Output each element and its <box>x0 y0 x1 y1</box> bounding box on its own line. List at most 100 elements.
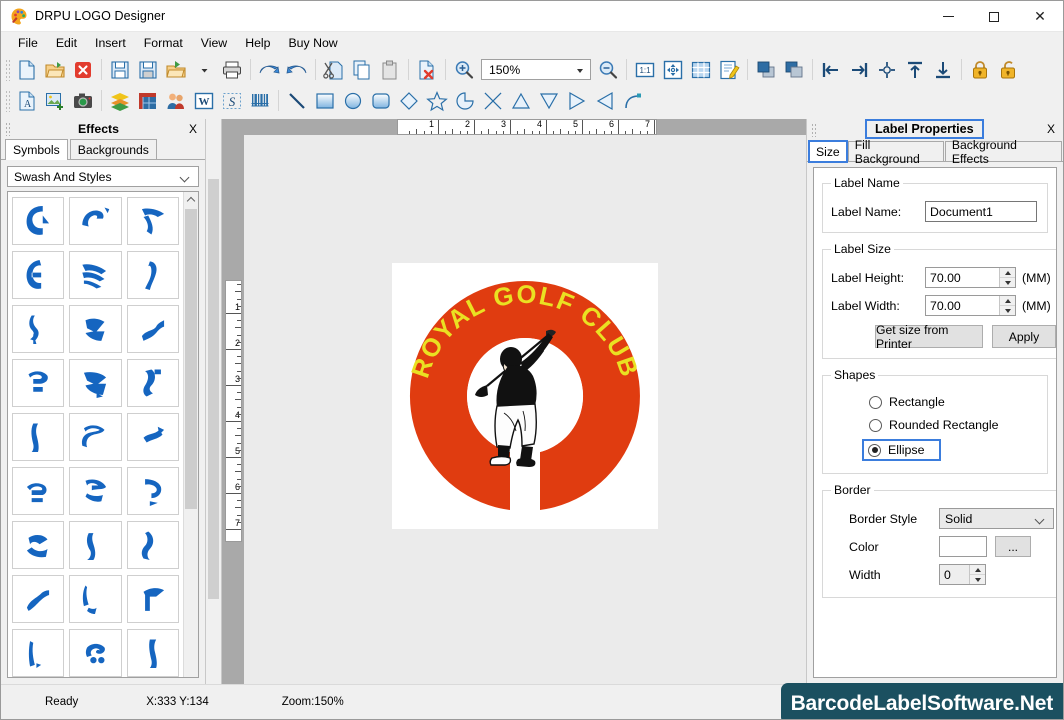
send-backward-button[interactable] <box>780 56 808 83</box>
paste-button[interactable] <box>376 56 404 83</box>
symbol-cell[interactable] <box>69 305 122 353</box>
border-width-spin-buttons[interactable] <box>969 565 985 584</box>
triangle-left-tool-button[interactable] <box>591 87 619 114</box>
symbol-cell[interactable] <box>126 359 179 407</box>
menu-view[interactable]: View <box>192 33 236 53</box>
zoom-combobox[interactable]: 150% <box>481 59 591 80</box>
arc-tool-button[interactable] <box>619 87 647 114</box>
get-size-from-printer-button[interactable]: Get size from Printer <box>875 323 983 351</box>
edit-label-button[interactable] <box>715 56 743 83</box>
label-height-stepper[interactable]: 70.00 <box>925 267 1016 288</box>
scroll-up-button[interactable] <box>184 192 198 207</box>
radio-rounded-rectangle[interactable]: Rounded Rectangle <box>831 418 1039 432</box>
radio-ellipse[interactable]: Ellipse <box>831 439 1039 461</box>
panel-grip[interactable] <box>5 121 10 136</box>
symbol-cell[interactable] <box>12 521 65 569</box>
insert-image-button[interactable] <box>41 87 69 114</box>
symbol-cell[interactable] <box>12 575 65 623</box>
symbol-cell[interactable] <box>12 467 65 515</box>
export-button[interactable] <box>162 56 190 83</box>
pie-tool-button[interactable] <box>451 87 479 114</box>
symbol-cell[interactable] <box>69 197 122 245</box>
spin-up-button[interactable] <box>970 565 985 575</box>
label-width-stepper[interactable]: 70.00 <box>925 295 1016 316</box>
symbol-cell[interactable] <box>12 197 65 245</box>
tab-size[interactable]: Size <box>808 140 848 163</box>
symbol-cell[interactable] <box>126 575 179 623</box>
triangle-down-tool-button[interactable] <box>535 87 563 114</box>
undo-button[interactable] <box>255 56 283 83</box>
canvas-scroll-area[interactable]: ROYAL GOLF CLUB <box>244 135 806 684</box>
spin-up-button[interactable] <box>1000 296 1015 306</box>
scrollbar-thumb[interactable] <box>208 179 219 599</box>
symbol-category-combobox[interactable]: Swash And Styles <box>7 166 199 187</box>
line-tool-button[interactable] <box>283 87 311 114</box>
zoom-in-button[interactable] <box>450 56 478 83</box>
symbol-cell[interactable] <box>126 251 179 299</box>
triangle-up-tool-button[interactable] <box>507 87 535 114</box>
align-bottom-button[interactable] <box>929 56 957 83</box>
open-folder-button[interactable] <box>41 56 69 83</box>
border-color-swatch[interactable] <box>939 536 987 557</box>
label-properties-close-button[interactable]: X <box>1047 122 1055 136</box>
star-tool-button[interactable] <box>423 87 451 114</box>
symbol-cell[interactable] <box>126 629 179 677</box>
capture-image-button[interactable] <box>69 87 97 114</box>
label-height-spin-buttons[interactable] <box>999 268 1015 287</box>
zoom-out-button[interactable] <box>594 56 622 83</box>
rectangle-tool-button[interactable] <box>311 87 339 114</box>
scrollbar-thumb[interactable] <box>185 209 197 509</box>
symbol-cell[interactable] <box>12 251 65 299</box>
align-top-button[interactable] <box>901 56 929 83</box>
label-name-input[interactable]: Document1 <box>925 201 1037 222</box>
close-button[interactable]: ✕ <box>1017 1 1063 32</box>
actual-size-button[interactable]: 1:1 <box>631 56 659 83</box>
align-left-button[interactable] <box>817 56 845 83</box>
radio-rectangle[interactable]: Rectangle <box>831 395 1039 409</box>
symbol-cell[interactable] <box>69 521 122 569</box>
layers-button[interactable] <box>106 87 134 114</box>
symbol-cell[interactable] <box>12 413 65 461</box>
print-button[interactable] <box>218 56 246 83</box>
symbol-cell[interactable] <box>126 521 179 569</box>
spin-down-button[interactable] <box>1000 278 1015 287</box>
fit-page-button[interactable] <box>659 56 687 83</box>
save-as-button[interactable] <box>134 56 162 83</box>
clipart-button[interactable] <box>162 87 190 114</box>
background-button[interactable] <box>134 87 162 114</box>
left-panel-scrollbar[interactable] <box>206 119 222 684</box>
align-right-button[interactable] <box>845 56 873 83</box>
signature-button[interactable]: S <box>218 87 246 114</box>
effects-panel-close-button[interactable]: X <box>184 122 202 136</box>
delete-button[interactable] <box>413 56 441 83</box>
tab-fill-background[interactable]: Fill Background <box>847 138 944 166</box>
symbol-cell[interactable] <box>69 413 122 461</box>
border-width-stepper[interactable]: 0 <box>939 564 986 585</box>
border-style-dropdown[interactable]: Solid <box>939 508 1054 529</box>
ellipse-tool-button[interactable] <box>339 87 367 114</box>
tab-background-effects[interactable]: Background Effects <box>944 138 1062 166</box>
close-document-button[interactable] <box>69 56 97 83</box>
menu-help[interactable]: Help <box>236 33 279 53</box>
menu-format[interactable]: Format <box>135 33 192 53</box>
spin-down-button[interactable] <box>1000 306 1015 315</box>
symbol-cell[interactable] <box>12 629 65 677</box>
symbol-cell[interactable] <box>69 575 122 623</box>
menu-file[interactable]: File <box>9 33 47 53</box>
symbol-gallery-scrollbar[interactable] <box>183 192 198 677</box>
label-page[interactable]: ROYAL GOLF CLUB <box>392 263 658 529</box>
apply-button[interactable]: Apply <box>992 325 1056 348</box>
symbol-cell[interactable] <box>126 413 179 461</box>
minimize-button[interactable] <box>925 1 971 32</box>
symbol-cell[interactable] <box>126 305 179 353</box>
new-document-button[interactable] <box>13 56 41 83</box>
symbol-cell[interactable] <box>69 251 122 299</box>
symbol-cell[interactable] <box>69 359 122 407</box>
burst-tool-button[interactable] <box>479 87 507 114</box>
symbol-cell[interactable] <box>126 197 179 245</box>
lock-button[interactable] <box>966 56 994 83</box>
symbol-cell[interactable] <box>69 629 122 677</box>
maximize-button[interactable] <box>971 1 1017 32</box>
label-width-spin-buttons[interactable] <box>999 296 1015 315</box>
spin-up-button[interactable] <box>1000 268 1015 278</box>
